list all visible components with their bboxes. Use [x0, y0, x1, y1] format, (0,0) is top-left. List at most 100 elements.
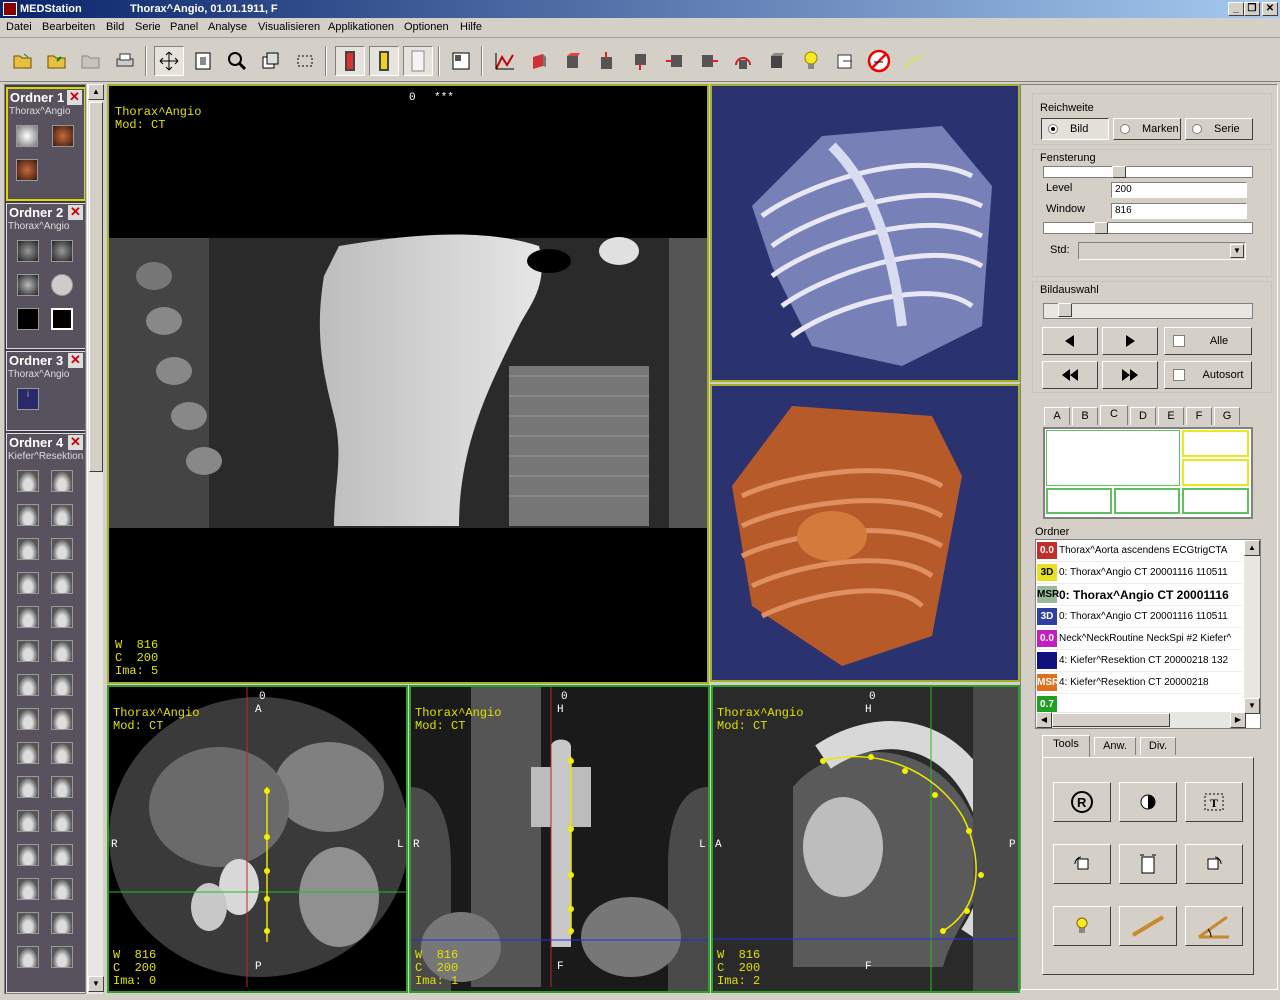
fensterung-slider[interactable] [1043, 166, 1253, 178]
cube-right-icon[interactable] [694, 46, 724, 76]
close-icon[interactable]: ✕ [67, 90, 82, 105]
print-icon[interactable] [110, 46, 140, 76]
autosort-checkbox[interactable]: Autosort [1164, 361, 1252, 389]
window-level-icon[interactable] [188, 46, 218, 76]
series-thumbnail[interactable] [17, 776, 39, 798]
series-thumbnail[interactable] [51, 538, 73, 560]
stack-icon[interactable] [256, 46, 286, 76]
series-thumbnail[interactable] [51, 810, 73, 832]
list-item[interactable]: MSR4: Kiefer^Resektion CT 20000218 [1036, 672, 1242, 694]
autosort-box[interactable] [1173, 369, 1185, 381]
list-item[interactable]: 0.0 Thorax^Aorta ascendens ECGtrigCTA [1036, 540, 1242, 562]
next-image-button[interactable] [1102, 327, 1158, 355]
series-thumbnail[interactable] [17, 572, 39, 594]
light-bulb-icon[interactable] [796, 46, 826, 76]
series-thumbnail[interactable] [51, 776, 73, 798]
list-item[interactable]: MSR0: Thorax^Angio CT 20001116 [1036, 584, 1242, 606]
series-thumbnail[interactable] [17, 606, 39, 628]
folder-2[interactable]: Ordner 2 ✕ Thorax^Angio [6, 203, 85, 349]
text-tool-icon[interactable]: T [1185, 782, 1243, 822]
list-item[interactable]: 3D 0: Thorax^Angio CT 20001116 110511 [1036, 606, 1242, 628]
series-thumbnail[interactable] [51, 912, 73, 934]
series-red-icon[interactable] [335, 46, 365, 76]
close-icon[interactable]: ✕ [68, 353, 83, 368]
window-slider[interactable] [1043, 222, 1253, 234]
list-scrollbar[interactable]: ▲ ▼ [1244, 540, 1260, 714]
folder-4[interactable]: Ordner 4 ✕ Kiefer^Resektion [6, 433, 85, 993]
volume-render-view-1[interactable] [710, 84, 1020, 382]
annotation-bulb-icon[interactable] [1053, 906, 1111, 946]
close-icon[interactable]: ✕ [68, 435, 83, 450]
series-thumbnail[interactable] [17, 240, 39, 262]
list-item[interactable]: 0.0 Neck^NeckRoutine NeckSpi #2 Kiefer^ [1036, 628, 1242, 650]
series-yellow-icon[interactable] [369, 46, 399, 76]
radio-bild[interactable]: Bild [1041, 118, 1109, 140]
series-thumbnail[interactable] [51, 878, 73, 900]
angle-tool-icon[interactable] [1185, 906, 1243, 946]
tab-d[interactable]: D [1130, 407, 1156, 425]
series-thumbnail[interactable] [51, 308, 73, 330]
flip-icon[interactable] [1119, 844, 1177, 884]
series-thumbnail[interactable] [51, 606, 73, 628]
slab-red-icon[interactable] [524, 46, 554, 76]
rotate-left-icon[interactable] [1053, 844, 1111, 884]
cube-icon[interactable] [762, 46, 792, 76]
menu-serie[interactable]: Serie [135, 21, 161, 33]
tab-c[interactable]: C [1100, 405, 1128, 425]
series-thumbnail[interactable] [51, 946, 73, 968]
previous-image-button[interactable] [1042, 327, 1098, 355]
series-thumbnail[interactable] [17, 470, 39, 492]
tab-a[interactable]: A [1044, 407, 1070, 425]
series-thumbnail[interactable] [17, 742, 39, 764]
no-entry-icon[interactable] [864, 46, 894, 76]
cube-left-icon[interactable] [660, 46, 690, 76]
axial-view[interactable]: Thorax^Angio Mod: CT 0 A R L P W 816 C 2… [107, 685, 408, 993]
rotate-right-icon[interactable] [1185, 844, 1243, 884]
radio-serie[interactable]: Serie [1185, 118, 1253, 140]
series-thumbnail[interactable] [51, 640, 73, 662]
window-field[interactable]: 816 [1111, 203, 1247, 219]
series-thumbnail[interactable] [51, 708, 73, 730]
radio-marken[interactable]: Marken [1113, 118, 1181, 140]
coronal-view[interactable]: Thorax^Angio Mod: CT 0 H R L F W 816 C 2… [409, 685, 710, 993]
series-thumbnail[interactable] [51, 674, 73, 696]
sidebar-scrollbar[interactable]: ▲ ▼ [87, 84, 104, 994]
scroll-down-icon[interactable]: ▼ [88, 976, 104, 992]
series-thumbnail[interactable]: i [17, 388, 39, 410]
import-icon[interactable] [76, 46, 106, 76]
volume-render-view-2[interactable] [710, 384, 1020, 682]
series-thumbnail[interactable] [51, 572, 73, 594]
open-folder-icon[interactable] [8, 46, 38, 76]
series-thumbnail[interactable] [17, 308, 39, 330]
tab-anw[interactable]: Anw. [1094, 737, 1136, 755]
menu-panel[interactable]: Panel [170, 21, 198, 33]
cube-bottom-icon[interactable] [626, 46, 656, 76]
cube-down-icon[interactable] [592, 46, 622, 76]
scroll-right-icon[interactable]: ▶ [1230, 712, 1246, 728]
series-thumbnail[interactable] [16, 125, 38, 147]
minimize-icon[interactable]: _ [1228, 2, 1244, 16]
series-thumbnail[interactable] [17, 810, 39, 832]
close-icon[interactable]: ✕ [68, 205, 83, 220]
alle-box[interactable] [1173, 335, 1185, 347]
tab-div[interactable]: Div. [1140, 737, 1176, 755]
series-thumbnail[interactable] [17, 878, 39, 900]
series-thumbnail[interactable] [17, 946, 39, 968]
open-series-icon[interactable] [42, 46, 72, 76]
first-image-button[interactable] [1042, 361, 1098, 389]
series-thumbnail[interactable] [51, 844, 73, 866]
measure-curve-icon[interactable] [490, 46, 520, 76]
series-thumbnail[interactable] [17, 708, 39, 730]
scroll-down-icon[interactable]: ▼ [1244, 698, 1260, 714]
scroll-up-icon[interactable]: ▲ [1244, 540, 1260, 556]
maximize-icon[interactable]: ❐ [1244, 2, 1260, 16]
main-viewport[interactable]: Thorax^Angio Mod: CT 0 *** W 816 C 200 I… [107, 84, 709, 684]
menu-visualisieren[interactable]: Visualisieren [258, 21, 320, 33]
alle-checkbox[interactable]: Alle [1164, 327, 1252, 355]
level-field[interactable]: 200 [1111, 182, 1247, 198]
tab-tools[interactable]: Tools [1042, 735, 1090, 757]
series-thumbnail[interactable] [17, 912, 39, 934]
series-thumbnail[interactable] [17, 674, 39, 696]
cube-red-icon[interactable] [558, 46, 588, 76]
series-thumbnail[interactable] [51, 504, 73, 526]
